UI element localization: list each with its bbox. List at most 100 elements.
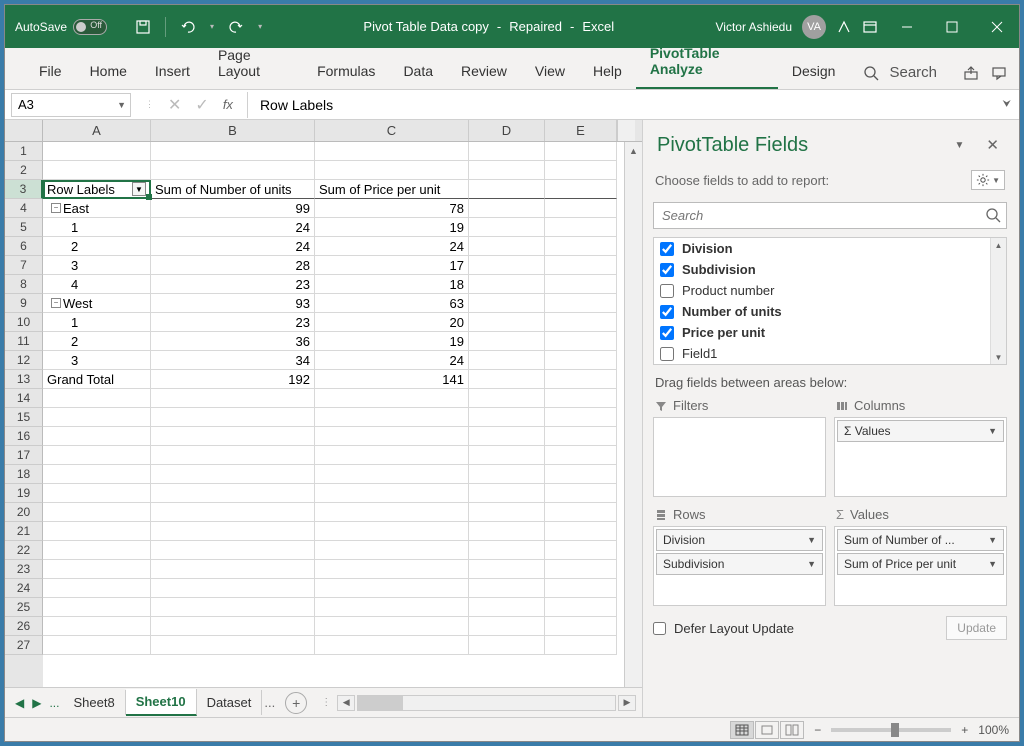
chevron-down-icon[interactable]: ▼ — [807, 535, 816, 545]
tab-help[interactable]: Help — [579, 53, 636, 89]
row-header-24[interactable]: 24 — [5, 579, 43, 598]
tell-me-search[interactable]: Search — [849, 64, 951, 89]
cell-B15[interactable] — [151, 408, 315, 427]
cell-E24[interactable] — [545, 579, 617, 598]
cell-B14[interactable] — [151, 389, 315, 408]
cell-D19[interactable] — [469, 484, 545, 503]
cell-C17[interactable] — [315, 446, 469, 465]
field-checkbox[interactable] — [660, 242, 674, 256]
cell-B7[interactable]: 28 — [151, 256, 315, 275]
cell-C18[interactable] — [315, 465, 469, 484]
horizontal-scrollbar[interactable]: ◀ ▶ — [337, 695, 636, 711]
cell-C23[interactable] — [315, 560, 469, 579]
chevron-down-icon[interactable]: ▼ — [988, 426, 997, 436]
cell-E25[interactable] — [545, 598, 617, 617]
cell-D4[interactable] — [469, 199, 545, 218]
value-pill-num-units[interactable]: Sum of Number of ...▼ — [837, 529, 1004, 551]
cell-C24[interactable] — [315, 579, 469, 598]
field-checkbox[interactable] — [660, 326, 674, 340]
cell-E12[interactable] — [545, 351, 617, 370]
cell-D18[interactable] — [469, 465, 545, 484]
tab-formulas[interactable]: Formulas — [303, 53, 389, 89]
cell-E14[interactable] — [545, 389, 617, 408]
field-item-subdivision[interactable]: Subdivision — [654, 259, 990, 280]
scroll-up-icon[interactable]: ▲ — [625, 142, 642, 160]
field-item-field1[interactable]: Field1 — [654, 343, 990, 364]
cell-D21[interactable] — [469, 522, 545, 541]
maximize-button[interactable] — [929, 5, 974, 48]
cell-E16[interactable] — [545, 427, 617, 446]
cell-C15[interactable] — [315, 408, 469, 427]
cell-A25[interactable] — [43, 598, 151, 617]
cell-D25[interactable] — [469, 598, 545, 617]
cell-D20[interactable] — [469, 503, 545, 522]
cell-E15[interactable] — [545, 408, 617, 427]
cell-D5[interactable] — [469, 218, 545, 237]
cell-A3[interactable]: Row Labels▼ — [43, 180, 151, 199]
cell-E21[interactable] — [545, 522, 617, 541]
close-pane-icon[interactable]: ✕ — [982, 132, 1003, 158]
collapse-icon[interactable]: − — [51, 203, 61, 213]
row-header-23[interactable]: 23 — [5, 560, 43, 579]
row-header-27[interactable]: 27 — [5, 636, 43, 655]
sheet-nav-next[interactable]: ▶ — [28, 696, 45, 710]
tab-insert[interactable]: Insert — [141, 53, 204, 89]
row-header-12[interactable]: 12 — [5, 351, 43, 370]
row-header-26[interactable]: 26 — [5, 617, 43, 636]
cell-B21[interactable] — [151, 522, 315, 541]
cell-B3[interactable]: Sum of Number of units — [151, 180, 315, 199]
cell-D9[interactable] — [469, 294, 545, 313]
cell-D14[interactable] — [469, 389, 545, 408]
row-header-20[interactable]: 20 — [5, 503, 43, 522]
row-header-2[interactable]: 2 — [5, 161, 43, 180]
autosave-control[interactable]: AutoSave Off — [5, 19, 117, 35]
row-pill-division[interactable]: Division▼ — [656, 529, 823, 551]
cell-E27[interactable] — [545, 636, 617, 655]
vertical-scrollbar[interactable]: ▲ — [624, 142, 642, 687]
cell-B5[interactable]: 24 — [151, 218, 315, 237]
cell-B23[interactable] — [151, 560, 315, 579]
zoom-slider[interactable] — [831, 728, 951, 732]
cell-B22[interactable] — [151, 541, 315, 560]
cell-B26[interactable] — [151, 617, 315, 636]
col-header-A[interactable]: A — [43, 120, 151, 141]
privacy-icon[interactable] — [836, 19, 852, 35]
tab-view[interactable]: View — [521, 53, 579, 89]
row-header-5[interactable]: 5 — [5, 218, 43, 237]
row-header-8[interactable]: 8 — [5, 275, 43, 294]
cell-E13[interactable] — [545, 370, 617, 389]
field-item-product-number[interactable]: Product number — [654, 280, 990, 301]
row-header-6[interactable]: 6 — [5, 237, 43, 256]
cell-E10[interactable] — [545, 313, 617, 332]
collapse-icon[interactable]: − — [51, 298, 61, 308]
cell-B18[interactable] — [151, 465, 315, 484]
cell-B25[interactable] — [151, 598, 315, 617]
row-header-14[interactable]: 14 — [5, 389, 43, 408]
cell-E17[interactable] — [545, 446, 617, 465]
cell-B13[interactable]: 192 — [151, 370, 315, 389]
cell-C19[interactable] — [315, 484, 469, 503]
sheet-nav-prev[interactable]: ◀ — [11, 696, 28, 710]
col-header-C[interactable]: C — [315, 120, 469, 141]
cell-B19[interactable] — [151, 484, 315, 503]
cell-A19[interactable] — [43, 484, 151, 503]
sheet-tab-sheet8[interactable]: Sheet8 — [63, 690, 125, 715]
tab-data[interactable]: Data — [389, 53, 447, 89]
cell-C16[interactable] — [315, 427, 469, 446]
cell-C22[interactable] — [315, 541, 469, 560]
cell-E19[interactable] — [545, 484, 617, 503]
chevron-down-icon[interactable]: ▼ — [988, 535, 997, 545]
cell-C5[interactable]: 19 — [315, 218, 469, 237]
cell-A22[interactable] — [43, 541, 151, 560]
col-header-D[interactable]: D — [469, 120, 545, 141]
cell-C2[interactable] — [315, 161, 469, 180]
cell-A2[interactable] — [43, 161, 151, 180]
row-header-10[interactable]: 10 — [5, 313, 43, 332]
cell-D27[interactable] — [469, 636, 545, 655]
sheet-ellipsis[interactable]: ... — [45, 696, 63, 710]
cell-B8[interactable]: 23 — [151, 275, 315, 294]
sheet-tab-sheet10[interactable]: Sheet10 — [126, 689, 197, 716]
cell-C1[interactable] — [315, 142, 469, 161]
cell-D26[interactable] — [469, 617, 545, 636]
cell-E5[interactable] — [545, 218, 617, 237]
